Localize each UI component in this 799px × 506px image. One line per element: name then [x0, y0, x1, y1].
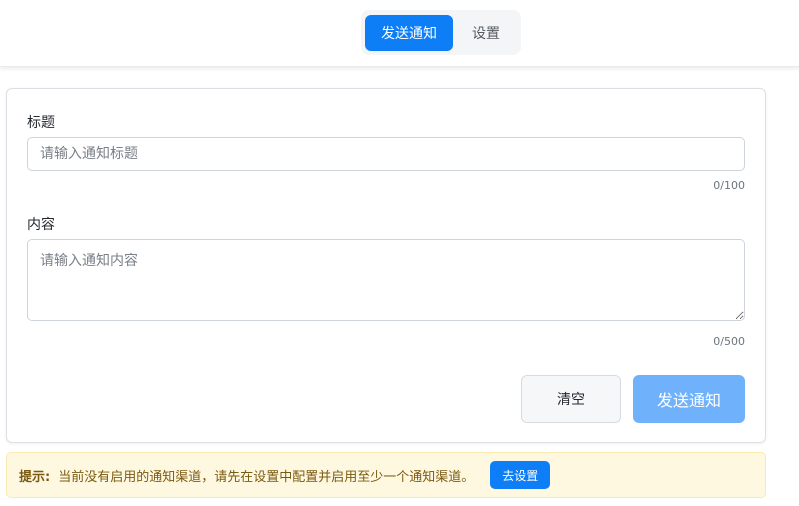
warning-alert: 提示: 当前没有启用的通知渠道，请先在设置中配置并启用至少一个通知渠道。 去设置 — [6, 452, 766, 498]
content-char-counter: 0/500 — [713, 335, 745, 348]
content-label: 内容 — [27, 217, 55, 233]
go-to-settings-button[interactable]: 去设置 — [490, 461, 551, 489]
send-notification-button[interactable]: 发送通知 — [633, 375, 745, 423]
alert-prefix: 提示: — [19, 469, 51, 485]
tab-send-notification[interactable]: 发送通知 — [365, 14, 453, 51]
notification-form-card: 标题 0/100 内容 0/500 清空 发送通知 — [6, 88, 766, 443]
title-char-counter: 0/100 — [713, 179, 745, 192]
tab-group: 发送通知 设置 — [361, 10, 521, 55]
title-input[interactable] — [27, 137, 745, 171]
tab-settings[interactable]: 设置 — [455, 15, 517, 51]
alert-message: 当前没有启用的通知渠道，请先在设置中配置并启用至少一个通知渠道。 — [58, 469, 475, 485]
top-navigation-bar: 发送通知 设置 — [0, 0, 799, 67]
content-textarea[interactable] — [27, 239, 745, 321]
title-label: 标题 — [27, 115, 55, 131]
clear-button[interactable]: 清空 — [521, 375, 621, 423]
